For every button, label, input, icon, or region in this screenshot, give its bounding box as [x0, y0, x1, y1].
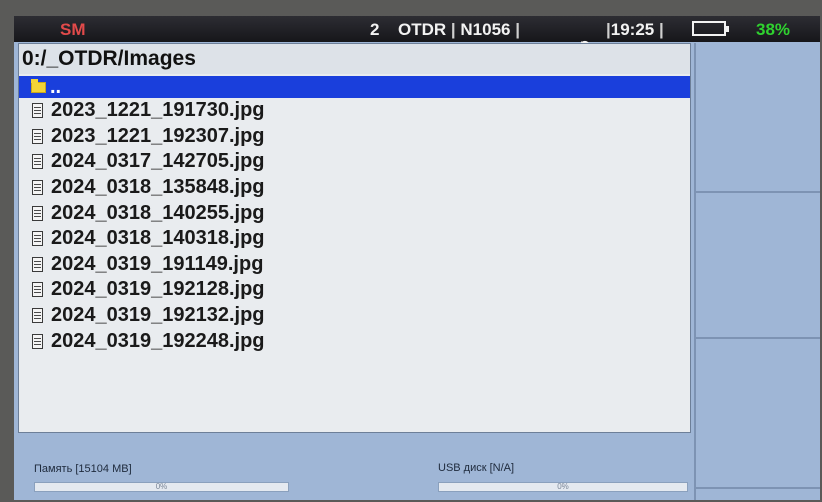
current-path: 0:/_OTDR/Images [19, 44, 690, 74]
usb-usage-percent: 0% [557, 482, 569, 491]
file-name: 2024_0318_140318.jpg [51, 227, 265, 250]
device-screen: SM 2 OTDR | N1056 | |19:25 | 38% 0:/_OTD… [14, 16, 820, 500]
file-icon [32, 308, 43, 324]
usb-usage-bar: 0% [438, 482, 688, 492]
file-item[interactable]: 2024_0319_192248.jpg [19, 328, 690, 354]
module-name: OTDR [398, 20, 447, 39]
softkey-1[interactable] [696, 43, 820, 193]
file-item[interactable]: 2024_0319_192128.jpg [19, 277, 690, 303]
file-icon [32, 154, 43, 170]
status-separator: | [450, 20, 456, 39]
file-icon [32, 180, 43, 196]
status-separator: | [515, 20, 521, 39]
memory-label: Память [15104 MB] [34, 463, 132, 475]
usb-label: USB диск [N/A] [438, 462, 515, 474]
device-model: N1056 [460, 20, 511, 39]
file-item[interactable]: 2024_0318_135848.jpg [19, 175, 690, 201]
fiber-mode-indicator: SM [60, 20, 86, 39]
file-name: 2024_0317_142705.jpg [51, 150, 265, 173]
file-name: 2023_1221_192307.jpg [51, 124, 265, 147]
clock: |19:25 | [606, 20, 664, 40]
file-item[interactable]: 2024_0319_192132.jpg [19, 303, 690, 329]
clock-time: 19:25 [610, 20, 655, 39]
file-browser: 0:/_OTDR/Images .. 2023_1221_191730.jpg … [18, 43, 691, 433]
softkey-3[interactable] [696, 339, 820, 489]
status-bar: SM 2 OTDR | N1056 | |19:25 | 38% [14, 16, 820, 58]
channel-number: 2 [370, 20, 380, 39]
file-name: 2024_0318_140255.jpg [51, 201, 265, 224]
file-item[interactable]: 2024_0319_191149.jpg [19, 252, 690, 278]
file-icon [32, 205, 43, 221]
module-info: OTDR | N1056 | [398, 20, 520, 40]
file-icon [32, 282, 43, 298]
memory-usage-percent: 0% [155, 482, 168, 491]
softkey-column [694, 43, 820, 500]
battery-icon [692, 21, 729, 36]
file-icon [32, 128, 43, 144]
file-item[interactable]: 2024_0317_142705.jpg [19, 149, 690, 175]
file-list: .. 2023_1221_191730.jpg 2023_1221_192307… [19, 76, 690, 354]
file-item[interactable]: 2023_1221_191730.jpg [19, 98, 690, 124]
file-item[interactable]: 2024_0318_140255.jpg [19, 200, 690, 226]
folder-icon [31, 78, 46, 93]
file-icon [32, 256, 43, 272]
status-separator: | [658, 20, 664, 39]
file-item[interactable]: 2024_0318_140318.jpg [19, 226, 690, 252]
file-icon [32, 333, 43, 349]
parent-folder-label: .. [50, 75, 62, 98]
memory-usage-bar: 0% [34, 482, 289, 492]
file-name: 2023_1221_191730.jpg [51, 99, 265, 122]
file-icon [32, 103, 43, 119]
file-name: 2024_0319_192248.jpg [51, 329, 265, 352]
parent-folder-item[interactable]: .. [19, 76, 690, 98]
file-name: 2024_0319_192132.jpg [51, 304, 265, 327]
file-icon [32, 231, 43, 247]
softkey-2[interactable] [696, 193, 820, 339]
file-item[interactable]: 2023_1221_192307.jpg [19, 124, 690, 150]
file-name: 2024_0318_135848.jpg [51, 176, 265, 199]
file-name: 2024_0319_191149.jpg [51, 252, 264, 275]
battery-percent: 38% [756, 20, 791, 39]
file-name: 2024_0319_192128.jpg [51, 278, 265, 301]
